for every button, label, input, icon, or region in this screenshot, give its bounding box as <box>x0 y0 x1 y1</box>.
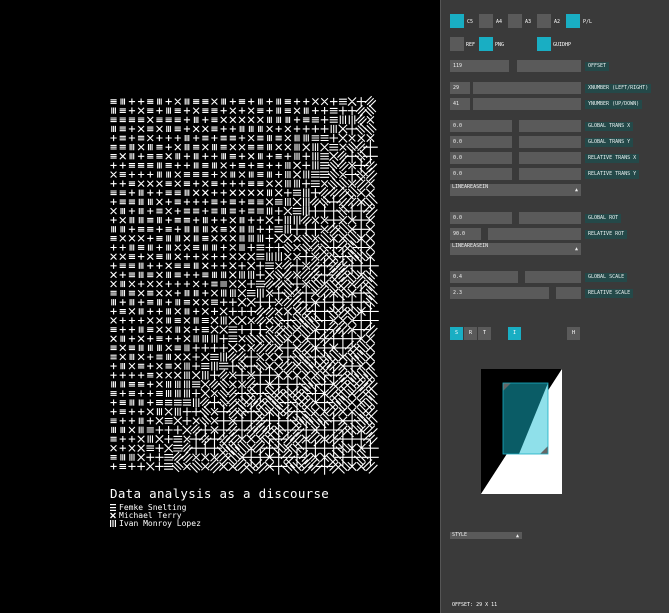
xnumber-label: XNUMBER (LEFT/RIGHT) <box>585 84 652 93</box>
global-trans-x-label: GLOBAL TRANS X <box>585 122 634 131</box>
checkbox-c5[interactable] <box>450 14 464 28</box>
checkbox-png[interactable] <box>479 37 493 51</box>
relative-trans-y-slider[interactable] <box>519 168 581 180</box>
rot-easing-value: LINEAREASEIN <box>452 243 489 249</box>
mode-button-s[interactable]: S <box>450 327 463 340</box>
style-dropdown-value: STYLE <box>452 532 468 538</box>
rot-easing-dropdown[interactable]: LINEAREASEIN ▲ <box>450 243 581 255</box>
checkbox-label-a3: A3 <box>525 19 532 25</box>
poster-author-name: Ivan Monroy Lopez <box>119 519 201 528</box>
poster-canvas: Data analysis as a discourse Femke Snelt… <box>0 0 440 613</box>
relative-trans-x-slider[interactable] <box>519 152 581 164</box>
ynumber-field[interactable]: 41 <box>450 98 470 110</box>
relative-trans-x-field[interactable]: 0.0 <box>450 152 512 164</box>
global-rot-slider[interactable] <box>519 212 581 224</box>
mode-button-h[interactable]: H <box>567 327 580 340</box>
ynumber-slider[interactable] <box>473 98 581 110</box>
trans-easing-value: LINEAREASEIN <box>452 184 489 190</box>
checkbox-label-ref: REF <box>466 42 476 48</box>
xnumber-slider[interactable] <box>473 82 581 94</box>
mode-button-r[interactable]: R <box>464 327 477 340</box>
checkbox-pl[interactable] <box>566 14 580 28</box>
triple-bar-icon <box>110 504 116 511</box>
poster-title: Data analysis as a discourse <box>110 486 330 501</box>
relative-trans-x-label: RELATIVE TRANS X <box>585 154 640 163</box>
relative-scale-slider[interactable] <box>556 287 581 299</box>
checkbox-label-pl: P/L <box>583 19 593 25</box>
poster-author-3: Ivan Monroy Lopez <box>110 519 201 528</box>
checkbox-label-a4: A4 <box>496 19 503 25</box>
style-dropdown[interactable]: STYLE ▲ <box>450 532 522 539</box>
global-scale-label: GLOBAL SCALE <box>585 273 628 282</box>
global-trans-y-slider[interactable] <box>519 136 581 148</box>
global-trans-y-field[interactable]: 0.0 <box>450 136 512 148</box>
cross-icon <box>110 512 116 519</box>
checkbox-a2[interactable] <box>537 14 551 28</box>
relative-scale-label: RELATIVE SCALE <box>585 289 634 298</box>
offset-slider[interactable] <box>517 60 581 72</box>
relative-trans-y-label: RELATIVE TRANS Y <box>585 170 640 179</box>
mode-button-i[interactable]: I <box>508 327 521 340</box>
checkbox-label-png: PNG <box>495 42 505 48</box>
global-rot-field[interactable]: 0.0 <box>450 212 512 224</box>
pattern-glyphs <box>110 95 379 475</box>
global-scale-field[interactable]: 0.4 <box>450 271 518 283</box>
checkbox-ref[interactable] <box>450 37 464 51</box>
chevron-up-icon: ▲ <box>574 187 578 193</box>
checkbox-label-c5: C5 <box>467 19 474 25</box>
relative-scale-field[interactable]: 2.3 <box>450 287 549 299</box>
relative-rot-field[interactable]: 90.0 <box>450 228 481 240</box>
offset-label: OFFSET <box>585 62 610 71</box>
status-text: OFFSET: 29 X 11 <box>452 602 498 608</box>
global-trans-y-label: GLOBAL TRANS Y <box>585 138 634 147</box>
relative-rot-label: RELATIVE ROT <box>585 230 628 239</box>
global-rot-label: GLOBAL ROT <box>585 214 622 223</box>
global-scale-slider[interactable] <box>525 271 581 283</box>
checkbox-label-guidhp: GUIDHP <box>553 42 572 48</box>
checkbox-guidhp[interactable] <box>537 37 551 51</box>
relative-rot-slider[interactable] <box>488 228 581 240</box>
trans-easing-dropdown[interactable]: LINEAREASEIN ▲ <box>450 184 581 196</box>
offset-field[interactable]: 119 <box>450 60 509 72</box>
global-trans-x-field[interactable]: 0.0 <box>450 120 512 132</box>
checkbox-a3[interactable] <box>508 14 522 28</box>
chevron-up-icon: ▲ <box>574 246 578 252</box>
pattern-strokes <box>110 95 379 475</box>
checkbox-label-a2: A2 <box>554 19 561 25</box>
ynumber-label: YNUMBER (UP/DOWN) <box>585 100 643 109</box>
shape-preview[interactable] <box>481 369 562 494</box>
relative-trans-y-field[interactable]: 0.0 <box>450 168 512 180</box>
global-trans-x-slider[interactable] <box>519 120 581 132</box>
pattern-grid <box>110 95 379 475</box>
vertical-bars-icon <box>110 520 116 527</box>
chevron-up-icon: ▲ <box>515 533 519 539</box>
checkbox-a4[interactable] <box>479 14 493 28</box>
xnumber-field[interactable]: 29 <box>450 82 470 94</box>
mode-button-t[interactable]: T <box>478 327 491 340</box>
